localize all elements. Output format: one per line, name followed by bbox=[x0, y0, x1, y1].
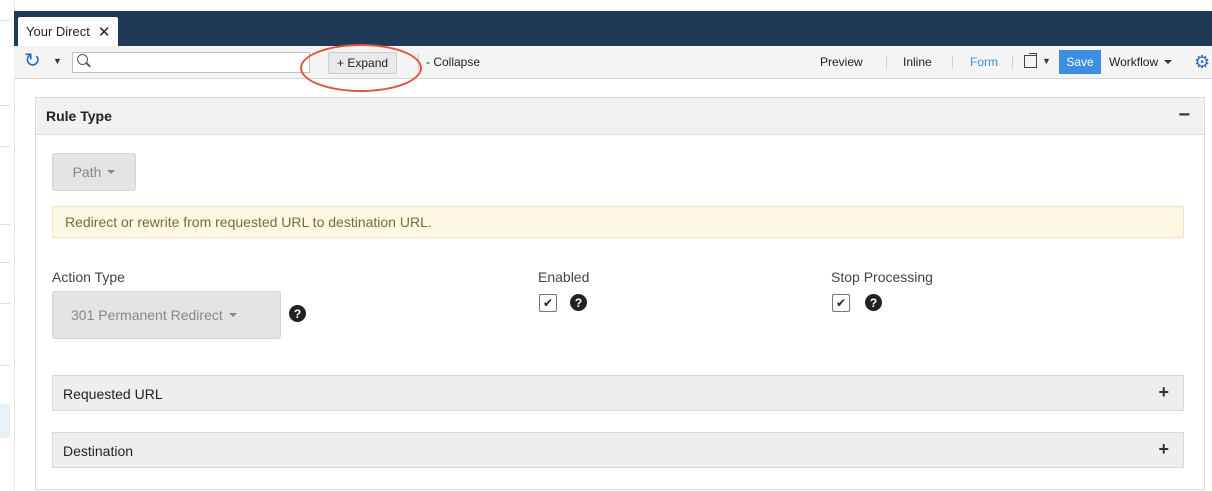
toolbar-divider bbox=[1012, 55, 1013, 69]
refresh-icon[interactable]: ↻ bbox=[24, 50, 41, 72]
close-icon[interactable]: ✕ bbox=[98, 23, 111, 41]
expand-toggle-icon[interactable]: + bbox=[1158, 382, 1169, 403]
collapse-button[interactable]: - Collapse bbox=[426, 52, 480, 72]
action-type-value: 301 Permanent Redirect bbox=[71, 307, 223, 323]
expand-toggle-icon[interactable]: + bbox=[1158, 439, 1169, 460]
view-mode-group: Preview Inline Form ▼ Save Workflow ⚙ bbox=[806, 50, 1212, 74]
chevron-down-icon bbox=[228, 313, 237, 317]
gutter-selected-row bbox=[0, 404, 10, 438]
gutter-divider bbox=[0, 303, 10, 304]
chevron-down-icon bbox=[107, 170, 116, 174]
enabled-label: Enabled bbox=[538, 269, 590, 285]
external-link-icon[interactable] bbox=[1024, 53, 1037, 68]
search-icon bbox=[77, 54, 88, 65]
annotation-circle bbox=[300, 44, 422, 92]
preview-button[interactable]: Preview bbox=[820, 50, 863, 74]
panel-title: Rule Type bbox=[46, 108, 112, 124]
toolbar-divider bbox=[952, 55, 953, 69]
inline-button[interactable]: Inline bbox=[903, 50, 932, 74]
tab-title: Your Direct bbox=[26, 24, 90, 39]
gear-icon[interactable]: ⚙ bbox=[1194, 52, 1210, 72]
gutter-divider bbox=[0, 20, 10, 21]
collapse-toggle-icon[interactable]: − bbox=[1178, 104, 1190, 127]
gutter-divider bbox=[0, 224, 10, 225]
workflow-label: Workflow bbox=[1109, 55, 1159, 69]
toolbar-divider bbox=[886, 55, 887, 69]
search-input[interactable] bbox=[93, 53, 307, 72]
gutter-divider bbox=[0, 105, 10, 106]
path-dropdown-label: Path bbox=[72, 164, 102, 180]
path-dropdown[interactable]: Path bbox=[52, 153, 136, 191]
toolbar: ↻ ▼ + Expand - Collapse Preview Inline F… bbox=[14, 46, 1212, 79]
gutter-divider bbox=[0, 365, 10, 366]
enabled-checkbox[interactable]: ✔ bbox=[539, 294, 557, 312]
requested-url-title: Requested URL bbox=[63, 386, 163, 402]
requested-url-panel[interactable]: Requested URL + bbox=[52, 375, 1184, 411]
stop-processing-checkbox[interactable]: ✔ bbox=[832, 294, 850, 312]
tab-your-direct[interactable]: Your Direct ✕ bbox=[18, 17, 119, 46]
help-icon[interactable]: ? bbox=[570, 294, 587, 311]
info-alert: Redirect or rewrite from requested URL t… bbox=[52, 206, 1184, 238]
workflow-button[interactable]: Workflow bbox=[1109, 50, 1173, 74]
rule-type-panel: Rule Type − Path Redirect or rewrite fro… bbox=[35, 97, 1205, 490]
search-field[interactable] bbox=[72, 52, 310, 73]
action-type-label: Action Type bbox=[52, 269, 125, 285]
save-button[interactable]: Save bbox=[1059, 50, 1101, 74]
destination-panel[interactable]: Destination + bbox=[52, 432, 1184, 468]
action-type-select[interactable]: 301 Permanent Redirect bbox=[52, 291, 281, 339]
stop-processing-label: Stop Processing bbox=[831, 269, 933, 285]
left-gutter bbox=[0, 0, 15, 491]
refresh-dropdown-caret[interactable]: ▼ bbox=[53, 56, 62, 66]
tab-bar: Your Direct ✕ bbox=[14, 11, 1212, 46]
help-icon[interactable]: ? bbox=[289, 305, 306, 322]
panel-header[interactable]: Rule Type − bbox=[36, 98, 1204, 135]
external-link-dropdown-caret[interactable]: ▼ bbox=[1042, 56, 1051, 66]
gutter-divider bbox=[0, 146, 10, 147]
gutter-divider bbox=[0, 262, 10, 263]
help-icon[interactable]: ? bbox=[865, 294, 882, 311]
form-button[interactable]: Form bbox=[970, 50, 998, 74]
destination-title: Destination bbox=[63, 443, 134, 459]
chevron-down-icon bbox=[1164, 60, 1173, 64]
